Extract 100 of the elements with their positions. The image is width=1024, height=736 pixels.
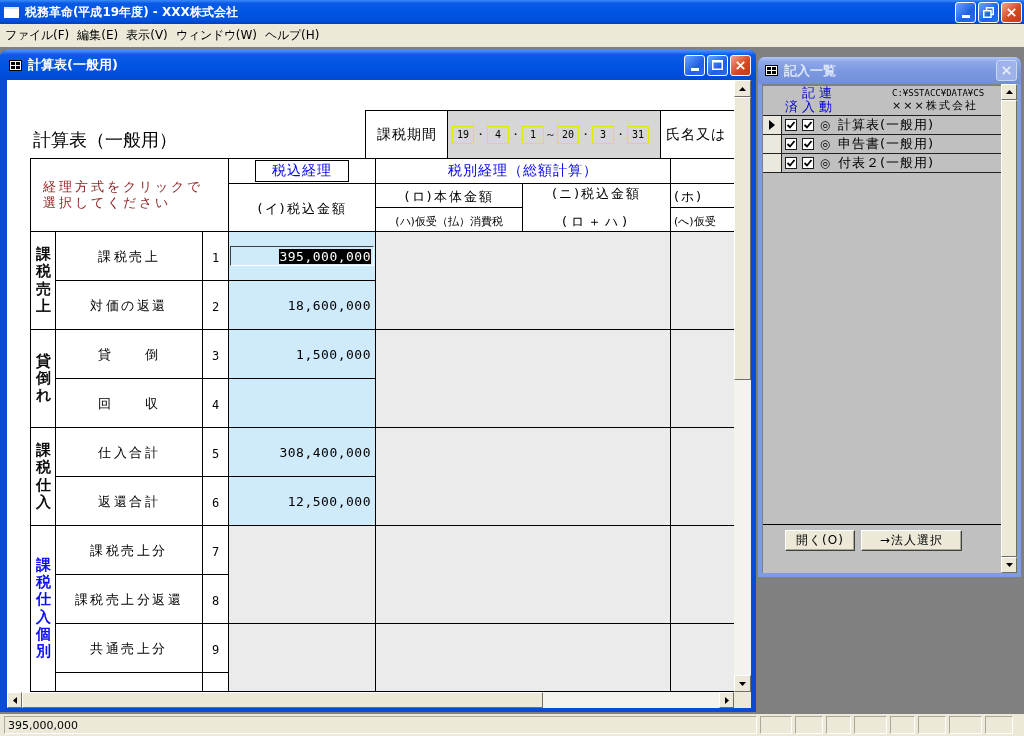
caret-up-icon: [1005, 90, 1013, 94]
amount-field[interactable]: 12,500,000: [228, 476, 376, 526]
date-separator: ・: [615, 127, 626, 142]
minimize-button[interactable]: [684, 54, 705, 76]
section-label: 課税仕入: [35, 442, 51, 511]
calc-cell: [670, 623, 734, 692]
row-label: 課税売上: [98, 249, 160, 264]
row-pointer-icon: [769, 120, 775, 130]
row-selector[interactable]: [763, 116, 782, 134]
row-number: 5: [211, 446, 220, 461]
data-path: C:¥SSTACC¥DATA¥CS: [892, 88, 986, 99]
action-button[interactable]: 開く(O): [785, 530, 855, 551]
maximize-icon: [712, 60, 723, 70]
menu-item[interactable]: ファイル(F): [1, 25, 74, 46]
row-number: 4: [211, 397, 220, 412]
restore-icon: [983, 6, 994, 18]
column-subheading: (へ)仮受: [674, 215, 716, 228]
amount-field[interactable]: [228, 378, 376, 428]
checkbox[interactable]: [802, 119, 814, 131]
menu-item[interactable]: 表示(V): [122, 25, 172, 46]
action-button[interactable]: →法人選択: [860, 530, 962, 551]
accounting-method-option[interactable]: 税込経理: [255, 160, 349, 182]
form-icon: [765, 65, 778, 76]
link-mark: ◎: [818, 137, 832, 151]
checkbox[interactable]: [802, 157, 814, 169]
form-name[interactable]: 付表２(一般用): [834, 154, 1001, 172]
amount-field[interactable]: 1,500,000: [228, 329, 376, 379]
row-label: 対価の返還: [90, 298, 168, 313]
section-label: 課税売上: [35, 246, 51, 315]
close-icon: [1007, 7, 1016, 17]
scroll-left-button[interactable]: [7, 692, 22, 708]
row-label: 共通売上分: [90, 641, 168, 656]
status-panel: [760, 716, 792, 734]
restore-button[interactable]: [978, 1, 999, 23]
row-label: 返還合計: [98, 494, 160, 509]
scrollbar-thumb[interactable]: [22, 692, 543, 708]
minimize-icon: [961, 14, 970, 18]
status-panel: [918, 716, 946, 734]
caret-down-icon: [739, 681, 746, 686]
date-separator: ・: [475, 127, 486, 142]
date-field[interactable]: 4: [487, 125, 509, 144]
row-label: 課税売上分: [90, 543, 168, 558]
window-title: 税務革命(平成19年度) - XXX株式会社: [25, 3, 239, 21]
menu-item[interactable]: 編集(E): [73, 25, 123, 46]
column-heading: (イ)税込金額: [257, 200, 347, 216]
section-label: 貸倒れ: [35, 352, 51, 405]
scroll-up-button[interactable]: [734, 80, 751, 97]
form-name[interactable]: 申告書(一般用): [834, 135, 1001, 153]
row-number: 7: [211, 544, 220, 559]
scrollbar-thumb[interactable]: [734, 97, 751, 380]
status-panel: [949, 716, 982, 734]
scroll-up-button[interactable]: [1001, 84, 1017, 100]
maximize-button[interactable]: [707, 54, 728, 76]
date-field[interactable]: 31: [627, 125, 649, 144]
status-panel: 395,000,000: [4, 716, 757, 734]
column-header: 記入: [801, 86, 815, 116]
window-icon: [4, 6, 19, 18]
date-separator: ～: [545, 127, 556, 142]
menu-item[interactable]: ヘルプ(H): [261, 25, 324, 46]
column-header: 済: [784, 100, 798, 116]
window-title: 計算表(一般用): [28, 56, 119, 74]
column-heading: (ニ)税込金額: [551, 184, 642, 203]
row-selector[interactable]: [763, 135, 782, 153]
form-icon: [9, 59, 22, 71]
caret-right-icon: [724, 696, 729, 704]
row-number: 1: [211, 250, 220, 265]
scroll-down-button[interactable]: [734, 675, 751, 692]
row-number: 6: [211, 495, 220, 510]
row-selector[interactable]: [763, 154, 782, 172]
minimize-icon: [690, 67, 699, 71]
scroll-right-button[interactable]: [719, 692, 734, 708]
checkbox[interactable]: [785, 119, 797, 131]
date-field[interactable]: 1: [522, 125, 544, 144]
window-title: 記入一覧: [784, 61, 837, 80]
column-heading: (ロ)本体金額: [404, 188, 494, 204]
horizontal-scrollbar[interactable]: [7, 692, 734, 708]
amount-field[interactable]: 18,600,000: [228, 280, 376, 330]
form-title: 計算表（一般用）: [33, 128, 177, 152]
form-name[interactable]: 計算表(一般用): [834, 116, 1001, 134]
section-label: 課税仕入個別: [35, 556, 51, 661]
date-field[interactable]: 3: [592, 125, 614, 144]
menu-item[interactable]: ウィンドウ(W): [171, 25, 262, 46]
period-label: 課税期間: [376, 125, 437, 144]
date-field[interactable]: 19: [452, 125, 474, 144]
minimize-button[interactable]: [955, 1, 976, 23]
company-name: ×××株式会社: [892, 98, 979, 114]
checkbox[interactable]: [785, 157, 797, 169]
status-panel: [826, 716, 851, 734]
date-separator: ・: [580, 127, 591, 142]
status-panel: [854, 716, 887, 734]
checkbox[interactable]: [785, 138, 797, 150]
date-field[interactable]: 20: [557, 125, 579, 144]
checkbox[interactable]: [802, 138, 814, 150]
scroll-down-button[interactable]: [1001, 557, 1017, 573]
vertical-scrollbar[interactable]: [734, 80, 751, 692]
amount-field[interactable]: 395,000,000: [228, 231, 376, 281]
amount-field[interactable]: 308,400,000: [228, 427, 376, 477]
row-label: 回 収: [98, 396, 160, 411]
caret-down-icon: [1005, 563, 1013, 567]
row-number: 3: [211, 348, 220, 363]
